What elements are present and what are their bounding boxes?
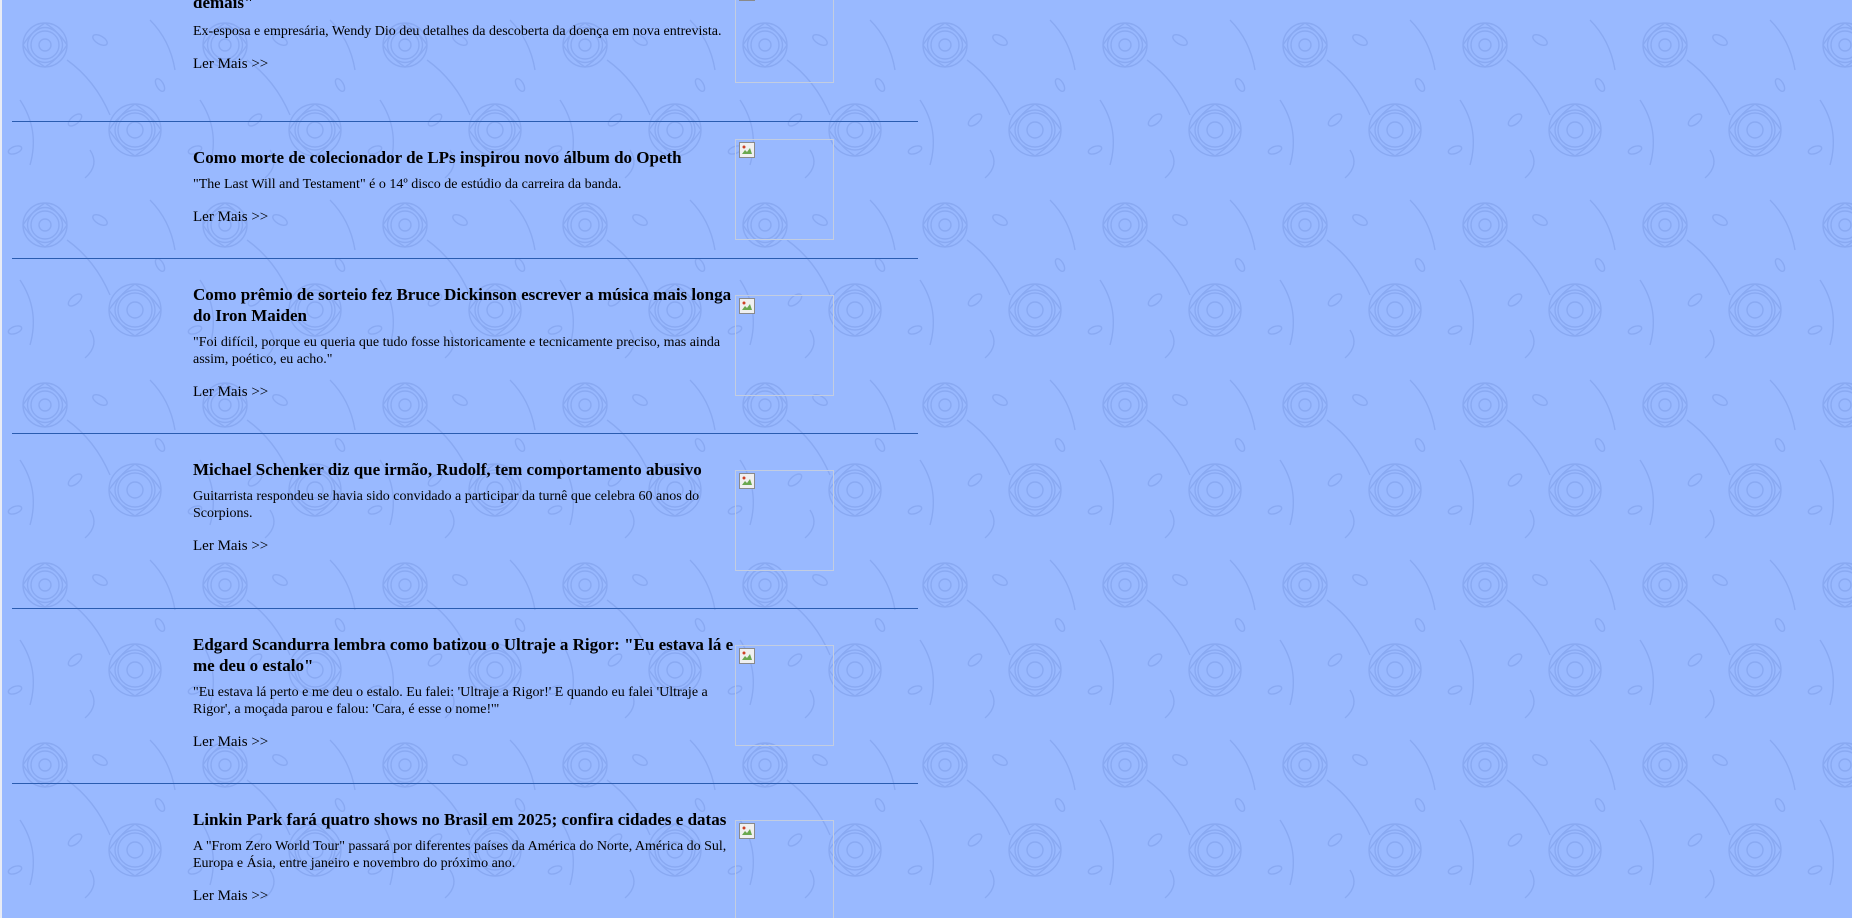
article-summary: Ex-esposa e empresária, Wendy Dio deu de…: [193, 24, 722, 39]
article-headline[interactable]: Edgard Scandurra lembra como batizou o U…: [193, 634, 735, 676]
broken-image-icon: [739, 648, 755, 664]
news-feed: demais" Ex-esposa e empresária, Wendy Di…: [12, 0, 918, 918]
read-more-link[interactable]: Ler Mais >>: [193, 887, 268, 905]
article-divider: [12, 783, 918, 784]
broken-image-icon: [739, 823, 755, 839]
article-thumbnail[interactable]: [735, 820, 834, 918]
article-divider: [12, 258, 918, 259]
article-headline[interactable]: demais": [193, 0, 735, 13]
article-headline[interactable]: Michael Schenker diz que irmão, Rudolf, …: [193, 459, 735, 480]
article-divider: [12, 608, 918, 609]
article-headline[interactable]: Como morte de colecionador de LPs inspir…: [193, 147, 735, 168]
article-thumbnail[interactable]: [735, 295, 834, 396]
article-divider: [12, 433, 918, 434]
article-summary: A "From Zero World Tour" passará por dif…: [193, 839, 727, 871]
article-thumbnail[interactable]: [735, 0, 834, 83]
article-summary: "Eu estava lá perto e me deu o estalo. E…: [193, 685, 708, 717]
article-headline[interactable]: Linkin Park fará quatro shows no Brasil …: [193, 809, 735, 830]
article-thumbnail[interactable]: [735, 470, 834, 571]
article-headline[interactable]: Como prêmio de sorteio fez Bruce Dickins…: [193, 284, 735, 326]
broken-image-icon: [739, 142, 755, 158]
broken-image-icon: [739, 0, 755, 1]
article-thumbnail[interactable]: [735, 645, 834, 746]
read-more-link[interactable]: Ler Mais >>: [193, 733, 268, 751]
read-more-link[interactable]: Ler Mais >>: [193, 208, 268, 226]
broken-image-icon: [739, 298, 755, 314]
article-summary: "The Last Will and Testament" é o 14º di…: [193, 177, 622, 192]
read-more-link[interactable]: Ler Mais >>: [193, 383, 268, 401]
article-summary: Guitarrista respondeu se havia sido conv…: [193, 489, 700, 521]
read-more-link[interactable]: Ler Mais >>: [193, 55, 268, 73]
page-left-edge: [0, 0, 2, 918]
read-more-link[interactable]: Ler Mais >>: [193, 537, 268, 555]
broken-image-icon: [739, 473, 755, 489]
article-divider: [12, 121, 918, 122]
article-summary: "Foi difícil, porque eu queria que tudo …: [193, 335, 721, 367]
article-thumbnail[interactable]: [735, 139, 834, 240]
